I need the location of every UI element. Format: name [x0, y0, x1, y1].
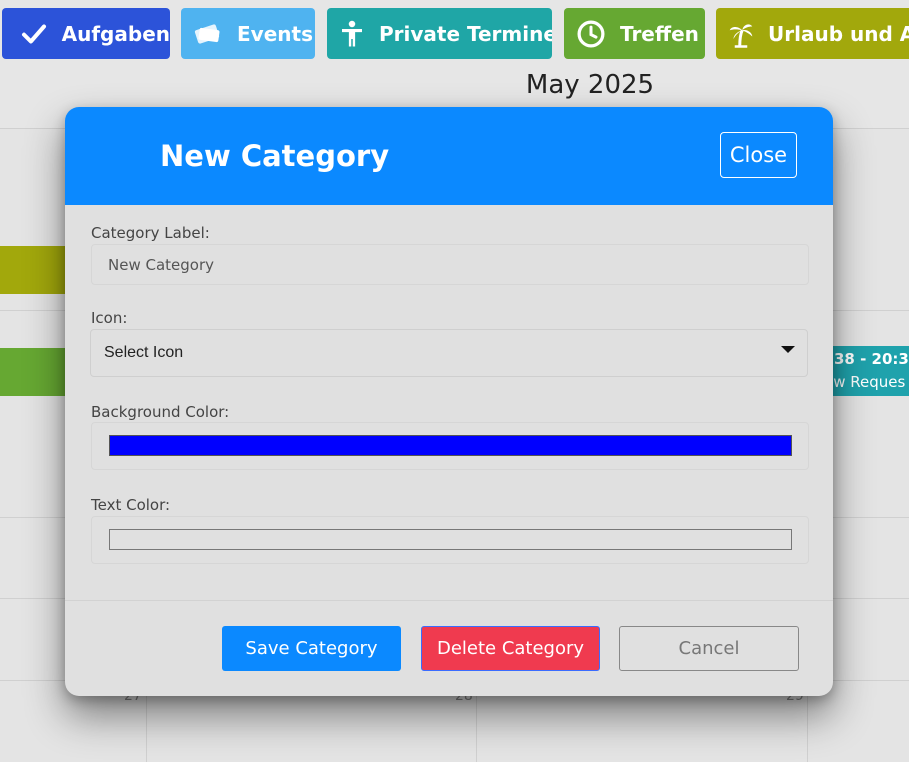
category-label-input[interactable]: New Category [91, 244, 809, 285]
new-category-modal: New Category Close Category Label: New C… [65, 107, 833, 696]
modal-header: New Category Close [65, 107, 833, 205]
delete-category-button[interactable]: Delete Category [421, 626, 600, 671]
save-category-button[interactable]: Save Category [222, 626, 401, 671]
category-label-label: Category Label: [91, 224, 210, 242]
cancel-button[interactable]: Cancel [619, 626, 799, 671]
category-label: Private Termine [379, 21, 552, 46]
category-label: Aufgaben [61, 21, 170, 46]
category-button-aufgaben[interactable]: Aufgaben [2, 8, 170, 59]
modal-title: New Category [160, 139, 390, 173]
checkmark-icon [18, 17, 50, 51]
clock-icon [574, 17, 608, 51]
icon-select-value: Select Icon [104, 344, 184, 361]
category-button-treffen[interactable]: Treffen [564, 8, 705, 59]
event-title: ew Reques [824, 373, 906, 391]
text-color-input[interactable] [91, 516, 809, 564]
icon-label: Icon: [91, 309, 128, 327]
category-button-urlaub[interactable]: Urlaub und A [716, 8, 909, 59]
month-title: May 2025 [525, 70, 655, 100]
person-icon [337, 17, 367, 51]
palm-tree-icon [726, 17, 756, 51]
text-color-label: Text Color: [91, 496, 171, 514]
icon-select[interactable]: Select Icon [90, 329, 808, 377]
close-button[interactable]: Close [720, 132, 797, 178]
calendar-event-bar-urlaub[interactable] [0, 246, 70, 294]
background-color-swatch [109, 435, 792, 456]
background-color-label: Background Color: [91, 403, 230, 421]
calendar-event-chip[interactable]: :38 - 20:38 ew Reques [820, 346, 909, 396]
category-label-value: New Category [108, 256, 215, 274]
tickets-icon [191, 17, 225, 51]
category-label: Events [237, 21, 313, 46]
category-label: Urlaub und A [768, 21, 909, 46]
calendar-event-bar-treffen[interactable] [0, 348, 70, 396]
background-color-input[interactable] [91, 422, 809, 470]
event-time: :38 - 20:38 [828, 350, 909, 368]
modal-footer-divider [65, 600, 833, 601]
chevron-down-icon [781, 346, 795, 353]
category-label: Treffen [620, 21, 699, 46]
category-button-private-termine[interactable]: Private Termine [327, 8, 552, 59]
category-button-events[interactable]: Events [181, 8, 315, 59]
text-color-swatch [109, 529, 792, 550]
